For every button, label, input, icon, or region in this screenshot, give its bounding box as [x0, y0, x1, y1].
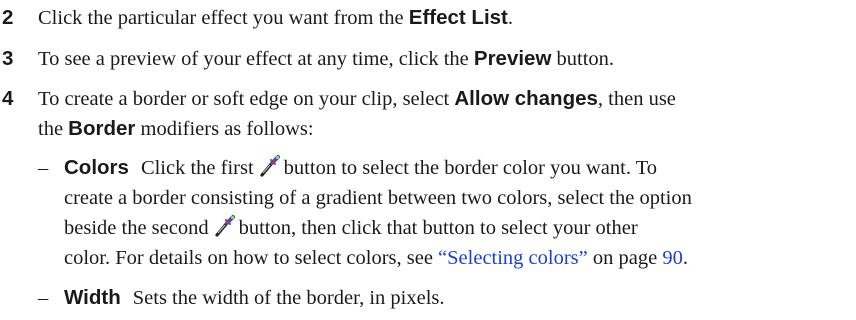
color-picker-icon — [257, 154, 281, 178]
page-link[interactable]: 90 — [662, 247, 683, 269]
colors-text: . — [682, 247, 688, 269]
colors-text: button to select the border color you wa… — [283, 157, 658, 179]
selecting-colors-link[interactable]: “Selecting colors” — [438, 247, 588, 269]
step-text: Click the particular effect you want fro… — [38, 7, 409, 29]
colors-item: – Colors Click the first button to select t… — [38, 153, 657, 183]
step-text: To see a preview of your effect at any t… — [38, 48, 474, 70]
step-3: 3 To see a preview of your effect at any … — [0, 44, 614, 74]
width-label: Width — [64, 286, 121, 309]
step-number: 4 — [2, 87, 14, 110]
allow-changes-label: Allow changes — [454, 87, 598, 110]
colors-text: on page — [587, 247, 663, 269]
dash: – — [38, 287, 49, 309]
width-text: Sets the width of the border, in pixels. — [132, 287, 445, 309]
step-text: the — [38, 118, 69, 140]
effect-list-label: Effect List — [408, 6, 508, 29]
instructions-page: 2 Click the particular effect you want fr… — [0, 0, 856, 320]
colors-text: color. For details on how to select colo… — [64, 247, 439, 269]
step-text: To create a border or soft edge on your … — [38, 88, 455, 110]
step-text-end: . — [507, 7, 513, 29]
colors-text: beside the second — [64, 217, 209, 239]
colors-line-4: color. For details on how to select colo… — [64, 243, 688, 273]
step-text-end: button. — [551, 48, 615, 70]
step-number: 3 — [2, 47, 14, 70]
dash: – — [38, 157, 49, 179]
colors-line-2: create a border consisting of a gradient… — [64, 187, 692, 209]
step-text-end: modifiers as follows: — [135, 118, 314, 140]
step-text-mid: , then use — [597, 88, 676, 110]
step-4: 4 To create a border or soft edge on your… — [0, 84, 676, 114]
colors-text: Click the first — [140, 157, 254, 179]
color-picker-icon — [212, 214, 236, 238]
width-item: – Width Sets the width of the border, in p… — [38, 283, 445, 313]
step-number: 2 — [2, 6, 14, 29]
step-2: 2 Click the particular effect you want fr… — [0, 3, 513, 33]
border-label: Border — [68, 117, 136, 140]
colors-line-3: beside the second button, then click that… — [64, 213, 638, 243]
preview-button-label: Preview — [473, 47, 552, 70]
colors-label: Colors — [64, 156, 129, 179]
colors-text: button, then click that button to select… — [238, 217, 638, 239]
step-4-continued: the Border modifiers as follows: — [38, 114, 314, 144]
